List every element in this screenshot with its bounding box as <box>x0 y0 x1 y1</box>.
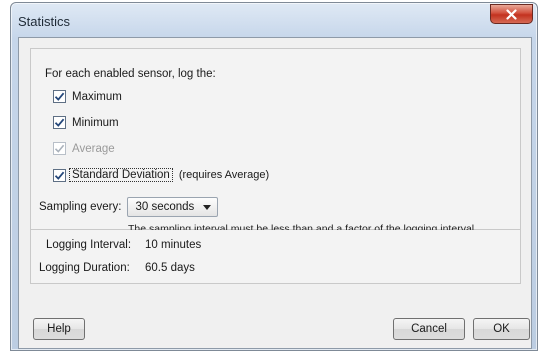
cancel-button[interactable]: Cancel <box>393 318 465 340</box>
requires-average-note: (requires Average) <box>178 169 270 181</box>
chevron-down-icon <box>203 204 212 210</box>
average-label: Average <box>72 142 115 155</box>
logging-duration-value: 60.5 days <box>145 262 195 274</box>
maximum-option[interactable]: Maximum <box>53 90 122 103</box>
logging-info-group: Logging Interval: 10 minutes Logging Dur… <box>30 230 521 284</box>
ok-button-label: OK <box>493 323 510 335</box>
standard-deviation-checkbox[interactable] <box>53 168 66 182</box>
minimum-checkbox[interactable] <box>53 116 66 129</box>
sampling-row: Sampling every: 30 seconds <box>39 197 219 217</box>
close-icon <box>506 8 517 20</box>
checkmark-icon <box>54 92 65 101</box>
logging-interval-label: Logging Interval: <box>46 239 132 251</box>
logging-interval-value: 10 minutes <box>145 239 202 251</box>
cancel-button-label: Cancel <box>411 323 447 335</box>
standard-deviation-option[interactable]: Standard Deviation (requires Average) <box>53 168 269 182</box>
statistics-options-group: For each enabled sensor, log the: Maximu… <box>30 48 521 235</box>
standard-deviation-label: Standard Deviation <box>69 168 173 182</box>
average-option: Average <box>53 142 115 155</box>
checkmark-icon <box>54 118 65 127</box>
title-bar[interactable]: Statistics <box>11 3 537 37</box>
checkmark-icon <box>54 171 65 180</box>
close-button[interactable] <box>490 4 533 24</box>
average-checkbox <box>53 142 66 155</box>
maximum-label: Maximum <box>72 90 122 103</box>
checkmark-icon <box>54 144 65 153</box>
statistics-dialog: Statistics For each enabled sensor, log … <box>10 2 538 351</box>
sampling-interval-value: 30 seconds <box>135 201 195 213</box>
logging-duration-label: Logging Duration: <box>39 262 130 274</box>
ok-button[interactable]: OK <box>473 318 530 340</box>
sampling-label: Sampling every: <box>39 201 122 213</box>
help-button-label: Help <box>47 323 71 335</box>
intro-label: For each enabled sensor, log the: <box>45 68 216 80</box>
help-button[interactable]: Help <box>33 318 85 340</box>
minimum-option[interactable]: Minimum <box>53 116 119 129</box>
sampling-interval-select[interactable]: 30 seconds <box>127 197 219 217</box>
dialog-body: For each enabled sensor, log the: Maximu… <box>18 37 532 349</box>
maximum-checkbox[interactable] <box>53 90 66 103</box>
minimum-label: Minimum <box>72 116 119 129</box>
dialog-title: Statistics <box>18 14 71 29</box>
